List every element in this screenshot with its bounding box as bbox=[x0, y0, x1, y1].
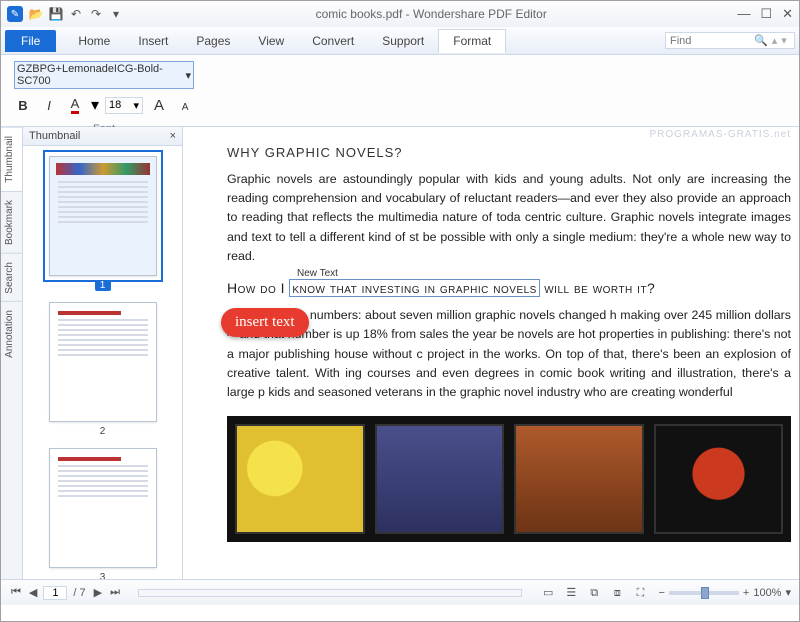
chevron-down-icon: ▾ bbox=[185, 69, 191, 82]
prev-page-button[interactable]: ◀ bbox=[27, 586, 39, 599]
font-size-value: 18 bbox=[109, 99, 121, 112]
tab-home[interactable]: Home bbox=[64, 30, 124, 52]
sidetab-thumbnail[interactable]: Thumbnail bbox=[1, 127, 22, 191]
pdf-page[interactable]: PROGRAMAS-GRATIS.net WHY GRAPHIC NOVELS?… bbox=[183, 127, 799, 579]
grow-font-button[interactable]: A bbox=[149, 95, 169, 115]
undo-icon[interactable]: ↶ bbox=[67, 5, 85, 23]
title-bar: ✎ 📂 💾 ↶ ↷ ▾ comic books.pdf - Wondershar… bbox=[1, 1, 799, 27]
watermark: PROGRAMAS-GRATIS.net bbox=[649, 129, 791, 140]
last-page-button[interactable]: ⏭ bbox=[108, 586, 122, 599]
sidetab-search[interactable]: Search bbox=[1, 253, 22, 302]
horizontal-scrollbar[interactable] bbox=[138, 589, 522, 597]
thumbnail-page-3[interactable]: 3 bbox=[49, 448, 157, 568]
zoom-dropdown-icon[interactable]: ▾ bbox=[785, 586, 791, 599]
new-text-label: New Text bbox=[295, 268, 340, 279]
page-nav: ⏮ ◀ / 7 ▶ ⏭ bbox=[9, 586, 122, 600]
page-number: 3 bbox=[50, 572, 156, 579]
chevron-down-icon: ▾ bbox=[134, 99, 140, 112]
ribbon: GZBPG+LemonadeICG-Bold-SC700 ▾ B I A ▾ 1… bbox=[1, 55, 799, 127]
find-next-icon[interactable]: ▾ bbox=[781, 34, 787, 47]
find-input[interactable] bbox=[670, 35, 750, 47]
heading-1: WHY GRAPHIC NOVELS? bbox=[227, 145, 791, 160]
thumbnail-panel: Thumbnail × 1 2 3 bbox=[23, 127, 183, 579]
font-color-button[interactable]: A bbox=[65, 95, 85, 115]
minimize-button[interactable]: — bbox=[737, 6, 750, 22]
comic-strip bbox=[227, 416, 791, 542]
sidetab-bookmark[interactable]: Bookmark bbox=[1, 191, 22, 253]
tab-support[interactable]: Support bbox=[368, 30, 438, 52]
tab-format[interactable]: Format bbox=[438, 29, 506, 53]
first-page-button[interactable]: ⏮ bbox=[9, 586, 23, 599]
app-icon: ✎ bbox=[7, 6, 23, 22]
insert-text-callout: insert text bbox=[221, 308, 309, 337]
window-title: comic books.pdf - Wondershare PDF Editor bbox=[125, 7, 737, 21]
heading-2-suffix: will be worth it? bbox=[540, 280, 656, 296]
redo-icon[interactable]: ↷ bbox=[87, 5, 105, 23]
continuous-icon[interactable]: ☰ bbox=[562, 583, 580, 601]
paragraph: Graphic novels are astoundingly popular … bbox=[227, 170, 791, 266]
zoom-slider-knob[interactable] bbox=[701, 587, 709, 599]
work-area: Thumbnail Bookmark Search Annotation Thu… bbox=[1, 127, 799, 579]
comic-panel bbox=[375, 424, 505, 534]
comic-panel bbox=[654, 424, 784, 534]
tab-insert[interactable]: Insert bbox=[124, 30, 182, 52]
font-size-select[interactable]: 18 ▾ bbox=[105, 97, 143, 114]
single-page-icon[interactable]: ▭ bbox=[539, 583, 557, 601]
maximize-button[interactable]: ☐ bbox=[760, 6, 772, 22]
tab-pages[interactable]: Pages bbox=[182, 30, 244, 52]
save-icon[interactable]: 💾 bbox=[47, 5, 65, 23]
comic-panel bbox=[514, 424, 644, 534]
thumbnail-list[interactable]: 1 2 3 bbox=[23, 146, 182, 579]
sidetab-annotation[interactable]: Annotation bbox=[1, 301, 22, 366]
thumbnail-page-1[interactable]: 1 bbox=[49, 156, 157, 276]
zoom-slider[interactable] bbox=[669, 591, 739, 595]
zoom-percent: 100% bbox=[753, 587, 781, 599]
next-page-button[interactable]: ▶ bbox=[92, 586, 104, 599]
thumbnail-header: Thumbnail bbox=[29, 130, 80, 142]
thumbnail-page-2[interactable]: 2 bbox=[49, 302, 157, 422]
font-group: GZBPG+LemonadeICG-Bold-SC700 ▾ B I A ▾ 1… bbox=[1, 55, 207, 126]
facing-icon[interactable]: ⧉ bbox=[585, 584, 603, 602]
zoom-out-button[interactable]: − bbox=[658, 587, 664, 599]
text-edit-box[interactable]: know that investing in graphic novels bbox=[289, 279, 539, 297]
shrink-font-button[interactable]: A bbox=[175, 97, 195, 117]
heading-2-prefix: How do I bbox=[227, 280, 289, 296]
page-number: 1 bbox=[95, 280, 111, 291]
font-family-value: GZBPG+LemonadeICG-Bold-SC700 bbox=[17, 63, 185, 87]
font-family-select[interactable]: GZBPG+LemonadeICG-Bold-SC700 ▾ bbox=[14, 61, 194, 89]
bold-button[interactable]: B bbox=[13, 95, 33, 115]
page-number-input[interactable] bbox=[43, 586, 67, 600]
find-box[interactable]: 🔍 ▴ ▾ bbox=[665, 32, 795, 49]
quick-access-toolbar: 📂 💾 ↶ ↷ ▾ bbox=[27, 5, 125, 23]
heading-2: How do I know that investing in graphic … bbox=[227, 280, 791, 296]
italic-button[interactable]: I bbox=[39, 95, 59, 115]
find-prev-icon[interactable]: ▴ bbox=[772, 34, 778, 47]
zoom-controls: − + 100% ▾ bbox=[658, 586, 791, 599]
close-button[interactable]: ✕ bbox=[782, 6, 793, 22]
search-icon[interactable]: 🔍 bbox=[754, 34, 768, 47]
tab-view[interactable]: View bbox=[244, 30, 298, 52]
paragraph: You ook at the numbers: about seven mill… bbox=[227, 306, 791, 402]
document-view[interactable]: PROGRAMAS-GRATIS.net WHY GRAPHIC NOVELS?… bbox=[183, 127, 799, 579]
status-bar: ⏮ ◀ / 7 ▶ ⏭ ▭ ☰ ⧉ ⧈ ⛶ − + 100% ▾ bbox=[1, 579, 799, 605]
tab-convert[interactable]: Convert bbox=[298, 30, 368, 52]
fullscreen-icon[interactable]: ⛶ bbox=[631, 584, 649, 602]
comic-panel bbox=[235, 424, 365, 534]
open-icon[interactable]: 📂 bbox=[27, 5, 45, 23]
panel-close-icon[interactable]: × bbox=[170, 130, 176, 142]
view-mode-buttons: ▭ ☰ ⧉ ⧈ ⛶ bbox=[538, 583, 650, 602]
font-color-chevron-icon[interactable]: ▾ bbox=[91, 95, 99, 115]
page-number: 2 bbox=[50, 426, 156, 437]
ribbon-tabs: File Home Insert Pages View Convert Supp… bbox=[1, 27, 799, 55]
zoom-in-button[interactable]: + bbox=[743, 587, 749, 599]
file-menu[interactable]: File bbox=[5, 30, 56, 52]
qat-more-icon[interactable]: ▾ bbox=[107, 5, 125, 23]
continuous-facing-icon[interactable]: ⧈ bbox=[608, 584, 626, 602]
page-total: / 7 bbox=[71, 587, 87, 599]
side-tabs: Thumbnail Bookmark Search Annotation bbox=[1, 127, 23, 579]
